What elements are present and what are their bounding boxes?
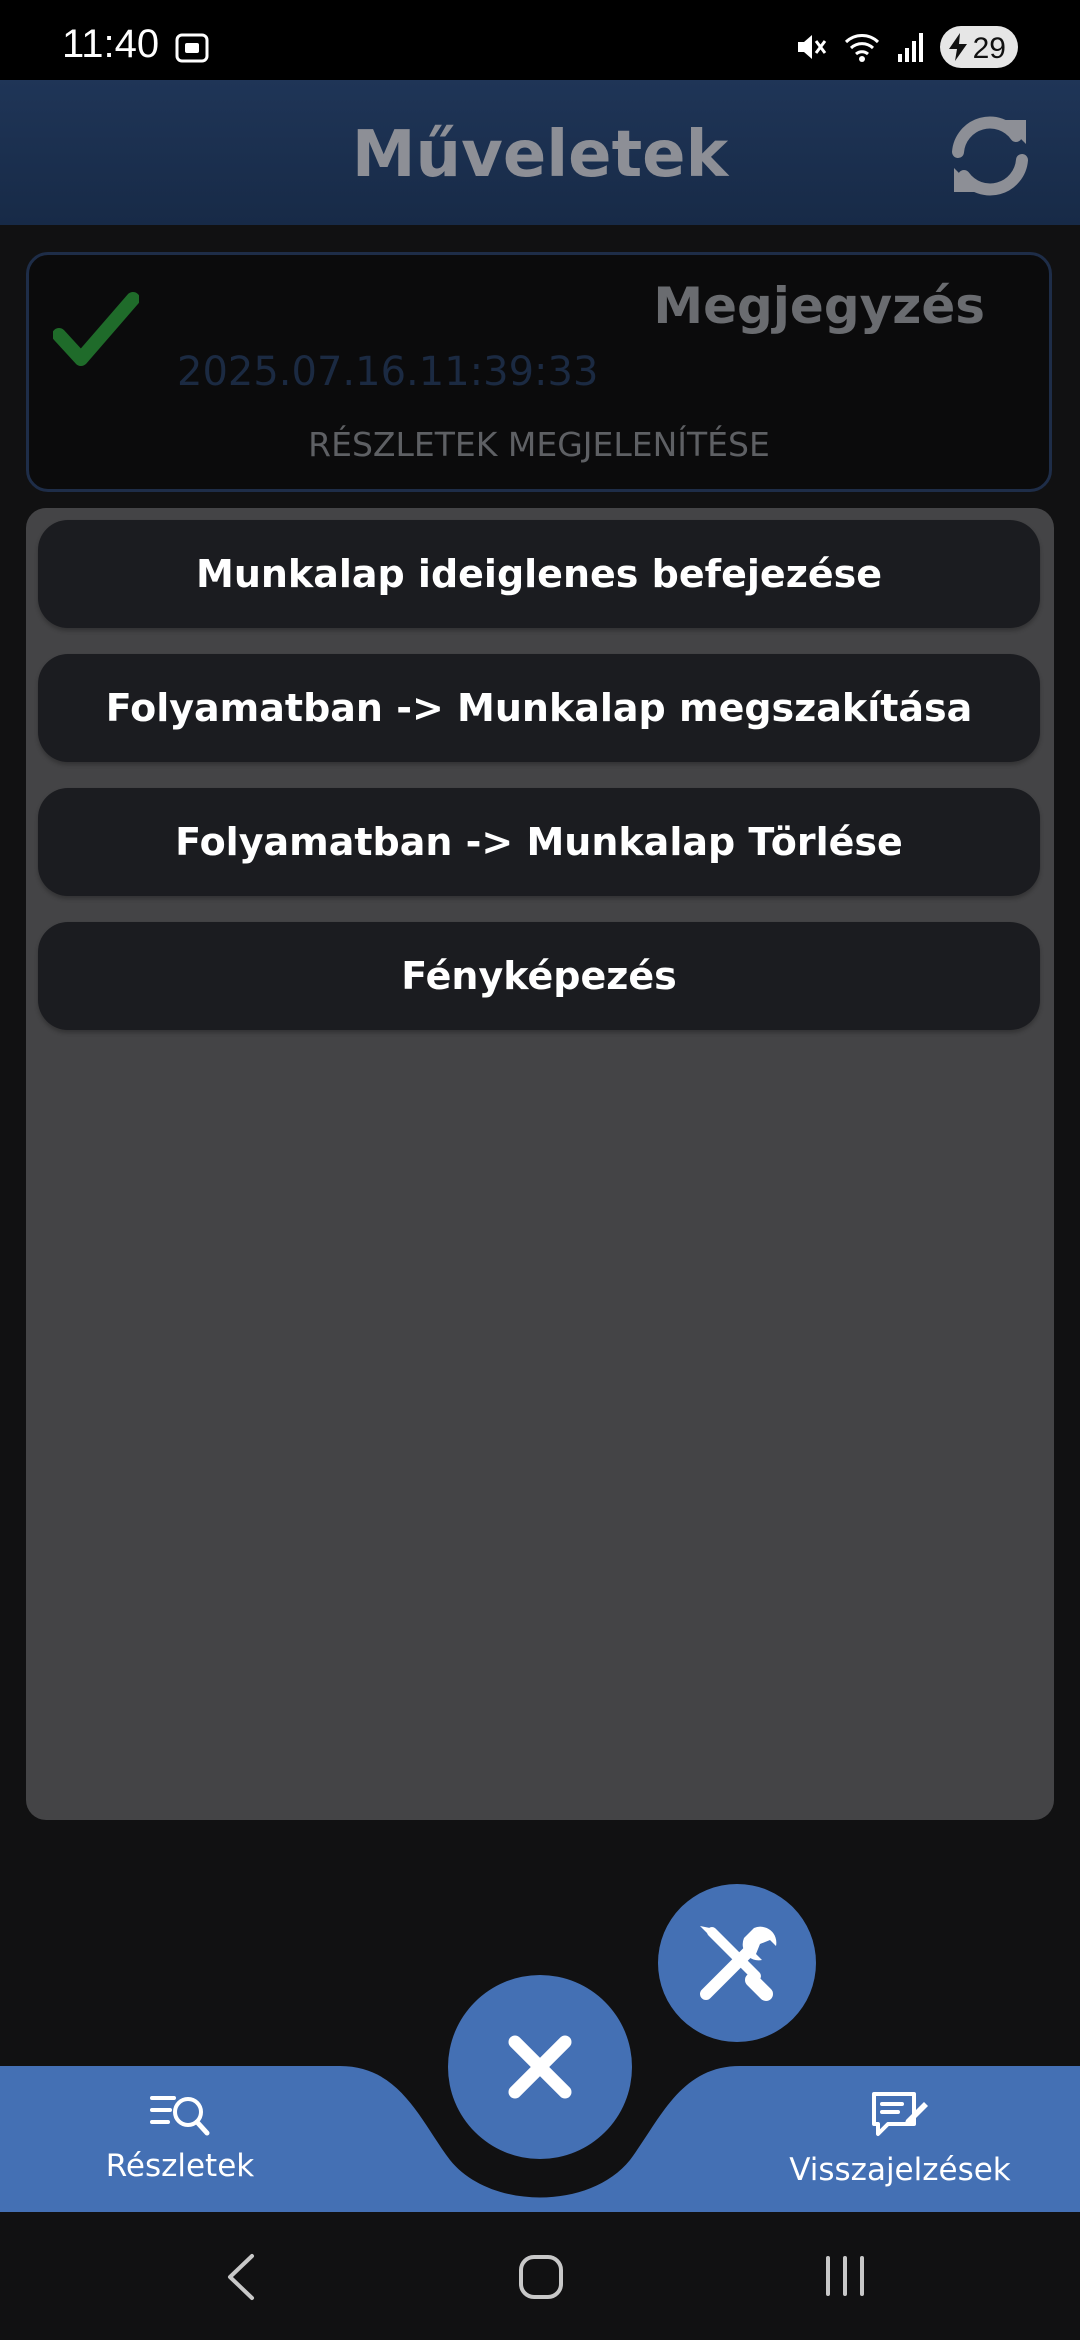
delete-worksheet-button[interactable]: Folyamatban -> Munkalap Törlése — [38, 788, 1040, 896]
tools-fab-button[interactable] — [658, 1884, 816, 2042]
checkmark-icon — [53, 292, 139, 366]
wrench-screwdriver-icon — [700, 1926, 777, 2001]
charging-icon — [949, 33, 967, 61]
actions-panel: Munkalap ideiglenes befejezése Folyamatb… — [26, 508, 1054, 1820]
show-details-link[interactable]: RÉSZLETEK MEGJELENÍTÉSE — [29, 425, 1049, 464]
battery-level: 29 — [972, 32, 1006, 65]
mute-icon — [798, 35, 827, 59]
back-icon[interactable] — [222, 2252, 258, 2302]
close-fab-button[interactable] — [448, 1975, 632, 2159]
status-time: 11:40 — [62, 22, 160, 66]
home-icon[interactable] — [518, 2254, 564, 2300]
feedback-icon — [872, 2092, 928, 2136]
details-search-icon — [150, 2096, 210, 2136]
signal-icon — [898, 33, 923, 62]
close-icon — [508, 2035, 572, 2099]
refresh-icon[interactable] — [944, 114, 1036, 198]
note-card: Megjegyzés 2025.07.16.11:39:33 RÉSZLETEK… — [26, 252, 1052, 492]
page-title: Műveletek — [351, 118, 729, 192]
nav-item-feedback[interactable]: Visszajelzések — [789, 2066, 1011, 2212]
system-nav-bar — [0, 2212, 1080, 2340]
take-photo-button[interactable]: Fényképezés — [38, 922, 1040, 1030]
note-timestamp: 2025.07.16.11:39:33 — [177, 349, 599, 395]
note-label: Megjegyzés — [653, 277, 985, 335]
nav-label-details: Részletek — [105, 2148, 255, 2184]
status-bar: 11:40 29 — [0, 0, 1080, 80]
wifi-icon — [844, 34, 880, 62]
nav-label-feedback: Visszajelzések — [789, 2152, 1011, 2188]
interrupt-worksheet-button[interactable]: Folyamatban -> Munkalap megszakítása — [38, 654, 1040, 762]
nav-item-details[interactable]: Részletek — [100, 2066, 260, 2212]
temporary-finish-button[interactable]: Munkalap ideiglenes befejezése — [38, 520, 1040, 628]
screen-capture-icon — [175, 33, 209, 63]
battery-indicator: 29 — [940, 26, 1018, 68]
app-bar: Műveletek — [0, 80, 1080, 225]
recent-apps-icon[interactable] — [822, 2256, 868, 2296]
